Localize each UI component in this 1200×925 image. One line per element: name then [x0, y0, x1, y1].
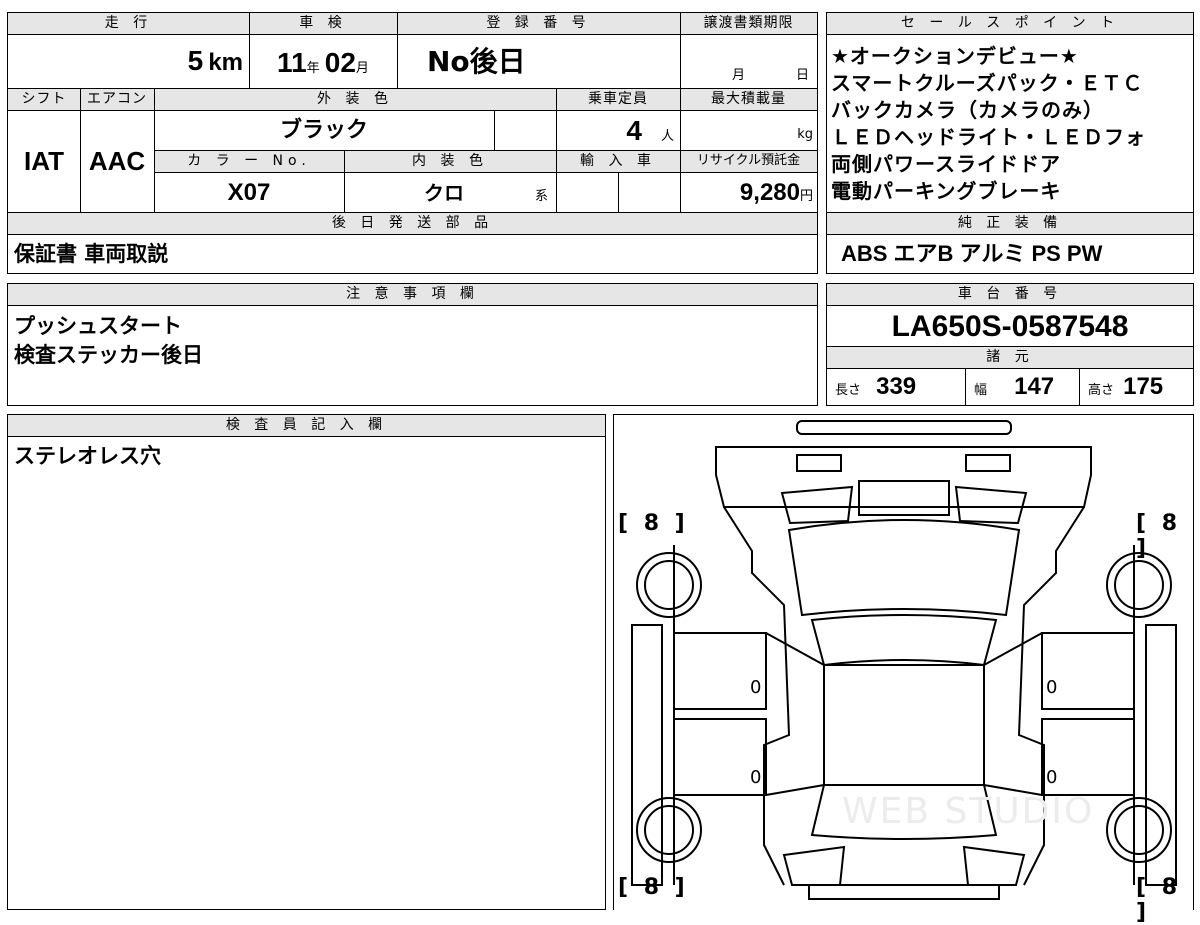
equipment-header: 純 正 装 備 — [827, 213, 1193, 234]
vehicle-info-table: 走 行 車 検 登 録 番 号 譲渡書類期限 5 km 11年 02月 No後日… — [7, 12, 818, 274]
capacity-value: 4 人 — [556, 111, 680, 150]
import-header: 輸 入 車 — [556, 151, 680, 172]
sales-point-line: 電動パーキングブレーキ — [831, 179, 1062, 203]
later-parts-header: 後 日 発 送 部 品 — [8, 213, 817, 234]
mileage-number: 5 — [187, 45, 204, 76]
inspector-panel: 検 査 員 記 入 欄 ステレオレス穴 — [7, 414, 606, 910]
watermark: WEB STUDIO — [842, 791, 1095, 832]
exterior-color-header: 外 装 色 — [154, 89, 556, 110]
sales-point-line: ＬＥＤヘッドライト・ＬＥＤフォ — [831, 125, 1146, 149]
ac-header: エアコン — [80, 89, 154, 110]
later-parts-text: 保証書 車両取説 — [14, 242, 169, 266]
later-parts-value: 保証書 車両取説 — [14, 237, 804, 271]
interior-color-unit: 系 — [534, 189, 548, 204]
max-load-header: 最大積載量 — [680, 89, 817, 110]
max-load-value: kg — [680, 111, 817, 150]
note-line: 検査ステッカー後日 — [14, 343, 203, 367]
equipment-text: ABS エアB アルミ PS PW — [841, 241, 1103, 266]
note-line: プッシュスタート — [14, 314, 182, 338]
recycle-number: 9,280 — [739, 179, 800, 206]
width-label: 幅 — [974, 383, 988, 398]
exterior-color-text: ブラック — [279, 118, 368, 143]
width-cell: 幅 147 — [965, 369, 1079, 405]
interior-color-value: クロ 系 — [344, 173, 556, 212]
capacity-number: 4 — [626, 115, 642, 146]
height-label: 高さ — [1088, 383, 1115, 398]
chassis-header: 車 台 番 号 — [827, 284, 1193, 305]
recycle-header: リサイクル預託金 — [680, 151, 817, 172]
transfer-month-unit: 月 — [732, 68, 746, 83]
color-no-header: カ ラ ー No. — [154, 151, 344, 172]
notes-panel: 注 意 事 項 欄 プッシュスタート 検査ステッカー後日 — [7, 283, 818, 406]
capacity-header: 乗車定員 — [556, 89, 680, 110]
sales-point-line: 両側パワースライドドア — [831, 152, 1061, 176]
inspector-header: 検 査 員 記 入 欄 — [8, 415, 605, 436]
registration-value: No後日 — [397, 35, 680, 87]
car-diagram-panel: [ 8 ] [ 8 ] [ 8 ] [ 8 ] 0 0 0 0 WEB STUD… — [613, 414, 1194, 925]
door-front-left-value: 0 — [750, 677, 762, 698]
registration-text: No後日 — [427, 45, 526, 78]
door-rear-left-value: 0 — [750, 767, 762, 788]
interior-color-header: 内 装 色 — [344, 151, 556, 172]
mileage-value: 5 km — [8, 35, 249, 87]
inspection-header: 車 検 — [249, 13, 397, 34]
chassis-number: LA650S-0587548 — [827, 306, 1193, 346]
inspector-note: ステレオレス穴 — [14, 441, 594, 471]
spec-header: 諸 元 — [827, 347, 1193, 368]
mileage-header: 走 行 — [8, 13, 249, 34]
inspection-month-unit: 月 — [355, 61, 369, 76]
interior-color-text: クロ — [424, 181, 464, 205]
equipment-value: ABS エアB アルミ PS PW — [841, 237, 1191, 271]
shift-header: シフト — [8, 89, 80, 110]
recycle-unit: 円 — [799, 189, 813, 204]
sales-points-panel: セ ー ル ス ポ イ ン ト ★オークションデビュー★ スマートクルーズパック… — [826, 12, 1194, 274]
ac-value: AAC — [80, 111, 154, 212]
sales-point-line: バックカメラ（カメラのみ） — [831, 98, 1104, 122]
transfer-deadline-value: 月 日 — [680, 35, 817, 87]
shift-value: IAT — [8, 111, 80, 212]
inspection-year-unit: 年 — [306, 61, 320, 76]
sales-point-line: ★オークションデビュー★ — [831, 44, 1079, 68]
shift-text: IAT — [24, 146, 64, 176]
height-value: 175 — [1123, 373, 1164, 400]
inspection-value: 11年 02月 — [249, 35, 397, 87]
transfer-day-unit: 日 — [795, 68, 809, 83]
transfer-deadline-header: 譲渡書類期限 — [680, 13, 817, 34]
sales-points-list: ★オークションデビュー★ スマートクルーズパック・ＥＴＣ バックカメラ（カメラの… — [831, 43, 1191, 205]
tire-rear-left-label: [ 8 ] — [618, 875, 689, 900]
color-no-value: X07 — [154, 173, 344, 212]
inspection-month: 02 — [324, 47, 356, 78]
color-no-text: X07 — [227, 179, 271, 206]
door-front-right-value: 0 — [1046, 677, 1058, 698]
height-cell: 高さ 175 — [1079, 369, 1193, 405]
chassis-number-text: LA650S-0587548 — [891, 310, 1129, 343]
tire-rear-right-label: [ 8 ] — [1136, 875, 1182, 925]
length-value: 339 — [876, 373, 917, 400]
recycle-value: 9,280円 — [680, 173, 817, 212]
notes-list: プッシュスタート 検査ステッカー後日 — [14, 312, 804, 370]
sales-points-header: セ ー ル ス ポ イ ン ト — [827, 13, 1193, 34]
inspection-year: 11 — [277, 47, 307, 78]
mileage-unit: km — [208, 49, 243, 76]
notes-header: 注 意 事 項 欄 — [8, 284, 817, 305]
door-rear-right-value: 0 — [1046, 767, 1058, 788]
max-load-unit: kg — [797, 127, 813, 142]
inspector-note-text: ステレオレス穴 — [14, 444, 161, 468]
exterior-color-value: ブラック — [154, 111, 494, 150]
tire-front-right-label: [ 8 ] — [1136, 511, 1182, 561]
sales-point-line: スマートクルーズパック・ＥＴＣ — [831, 71, 1144, 95]
capacity-unit: 人 — [660, 129, 674, 144]
tire-front-left-label: [ 8 ] — [618, 511, 689, 536]
ac-text: AAC — [88, 146, 146, 176]
chassis-panel: 車 台 番 号 LA650S-0587548 諸 元 長さ 339 幅 147 … — [826, 283, 1194, 406]
length-label: 長さ — [835, 383, 862, 398]
width-value: 147 — [1014, 373, 1055, 400]
registration-header: 登 録 番 号 — [397, 13, 680, 34]
length-cell: 長さ 339 — [827, 369, 965, 405]
